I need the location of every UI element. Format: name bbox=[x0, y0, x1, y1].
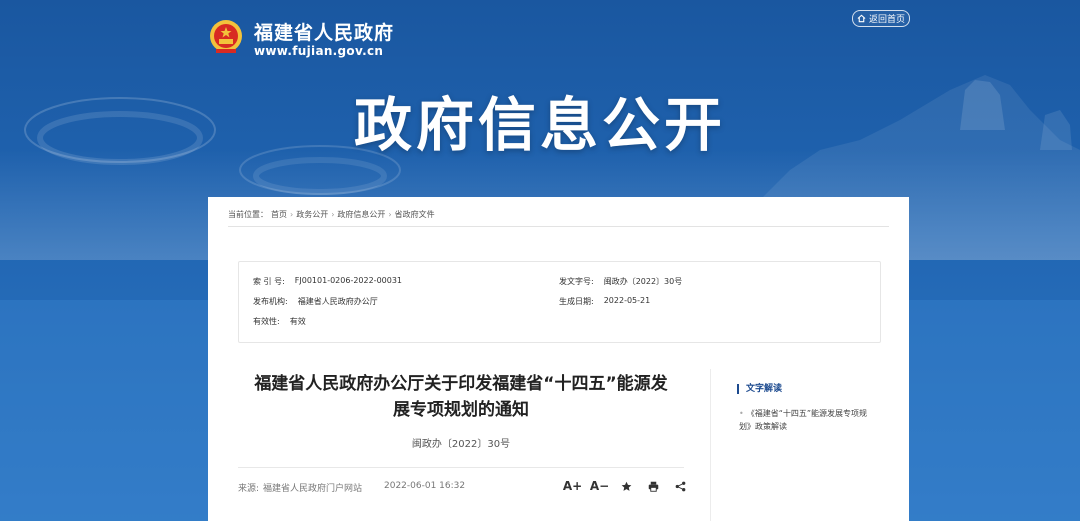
share-button[interactable] bbox=[667, 478, 694, 494]
article-source: 来源: 福建省人民政府门户网站 bbox=[238, 481, 362, 494]
breadcrumb-prefix: 当前位置： bbox=[228, 210, 268, 219]
site-url[interactable]: www.fujian.gov.cn bbox=[254, 44, 383, 58]
star-icon bbox=[621, 481, 632, 491]
share-icon bbox=[675, 481, 686, 491]
site-name[interactable]: 福建省人民政府 bbox=[254, 18, 394, 45]
article-toolbar: A+ A− bbox=[559, 478, 694, 494]
document-title-line1: 福建省人民政府办公厅关于印发福建省“十四五”能源发 bbox=[254, 374, 668, 394]
document-number: 闽政办〔2022〕30号 bbox=[411, 439, 511, 450]
document-metadata: 索 引 号: FJ00101-0206-2022-00031 发文字号: 闽政办… bbox=[238, 261, 881, 343]
source-label: 来源: bbox=[238, 484, 260, 494]
banner-title: 政府信息公开 bbox=[353, 91, 726, 159]
back-home-label: 返回首页 bbox=[868, 15, 905, 25]
sidebar-title: 文字解读 bbox=[737, 384, 782, 394]
content-panel: 当前位置： 首页 › 政务公开 › 政府信息公开 › 省政府文件 索 引 号: … bbox=[208, 197, 909, 521]
breadcrumb-provincial-docs[interactable]: 省政府文件 bbox=[395, 209, 435, 220]
bullet-icon: • bbox=[739, 409, 744, 418]
breadcrumb-separator: › bbox=[331, 210, 335, 219]
back-home-button[interactable]: 返回首页 bbox=[852, 10, 910, 27]
breadcrumb-gov-affairs[interactable]: 政务公开 bbox=[296, 209, 328, 220]
print-button[interactable] bbox=[640, 478, 667, 494]
source-value: 福建省人民政府门户网站 bbox=[263, 484, 363, 494]
sidebar-divider bbox=[710, 369, 711, 521]
breadcrumb-divider bbox=[228, 226, 889, 227]
print-icon bbox=[648, 481, 659, 492]
favorite-button[interactable] bbox=[613, 478, 640, 494]
breadcrumb-separator: › bbox=[290, 210, 294, 219]
sidebar-item-label: 《福建省“十四五”能源发展专项规划》政策解读 bbox=[739, 409, 868, 431]
font-increase-button[interactable]: A+ bbox=[559, 478, 586, 494]
breadcrumb: 当前位置： 首页 › 政务公开 › 政府信息公开 › 省政府文件 bbox=[228, 209, 435, 220]
document-title: 福建省人民政府办公厅关于印发福建省“十四五”能源发 展专项规划的通知 bbox=[238, 371, 684, 423]
document-title-line2: 展专项规划的通知 bbox=[393, 400, 529, 420]
breadcrumb-home[interactable]: 首页 bbox=[271, 209, 287, 220]
meta-validity: 有效性: 有效 bbox=[253, 317, 306, 326]
home-icon bbox=[857, 14, 866, 23]
article-divider bbox=[238, 467, 684, 468]
meta-publisher: 发布机构: 福建省人民政府办公厅 bbox=[253, 297, 378, 306]
meta-index-no: 索 引 号: FJ00101-0206-2022-00031 bbox=[253, 276, 403, 286]
meta-doc-no: 发文字号: 闽政办〔2022〕30号 bbox=[559, 277, 683, 286]
meta-date: 生成日期: 2022-05-21 bbox=[559, 296, 651, 306]
breadcrumb-info-disclosure[interactable]: 政府信息公开 bbox=[337, 209, 385, 220]
publish-time: 2022-06-01 16:32 bbox=[384, 481, 466, 491]
font-decrease-button[interactable]: A− bbox=[586, 478, 613, 494]
breadcrumb-separator: › bbox=[388, 210, 392, 219]
sidebar-item-policy-interpretation[interactable]: • 《福建省“十四五”能源发展专项规划》政策解读 bbox=[739, 407, 869, 433]
national-emblem-icon bbox=[210, 20, 242, 53]
